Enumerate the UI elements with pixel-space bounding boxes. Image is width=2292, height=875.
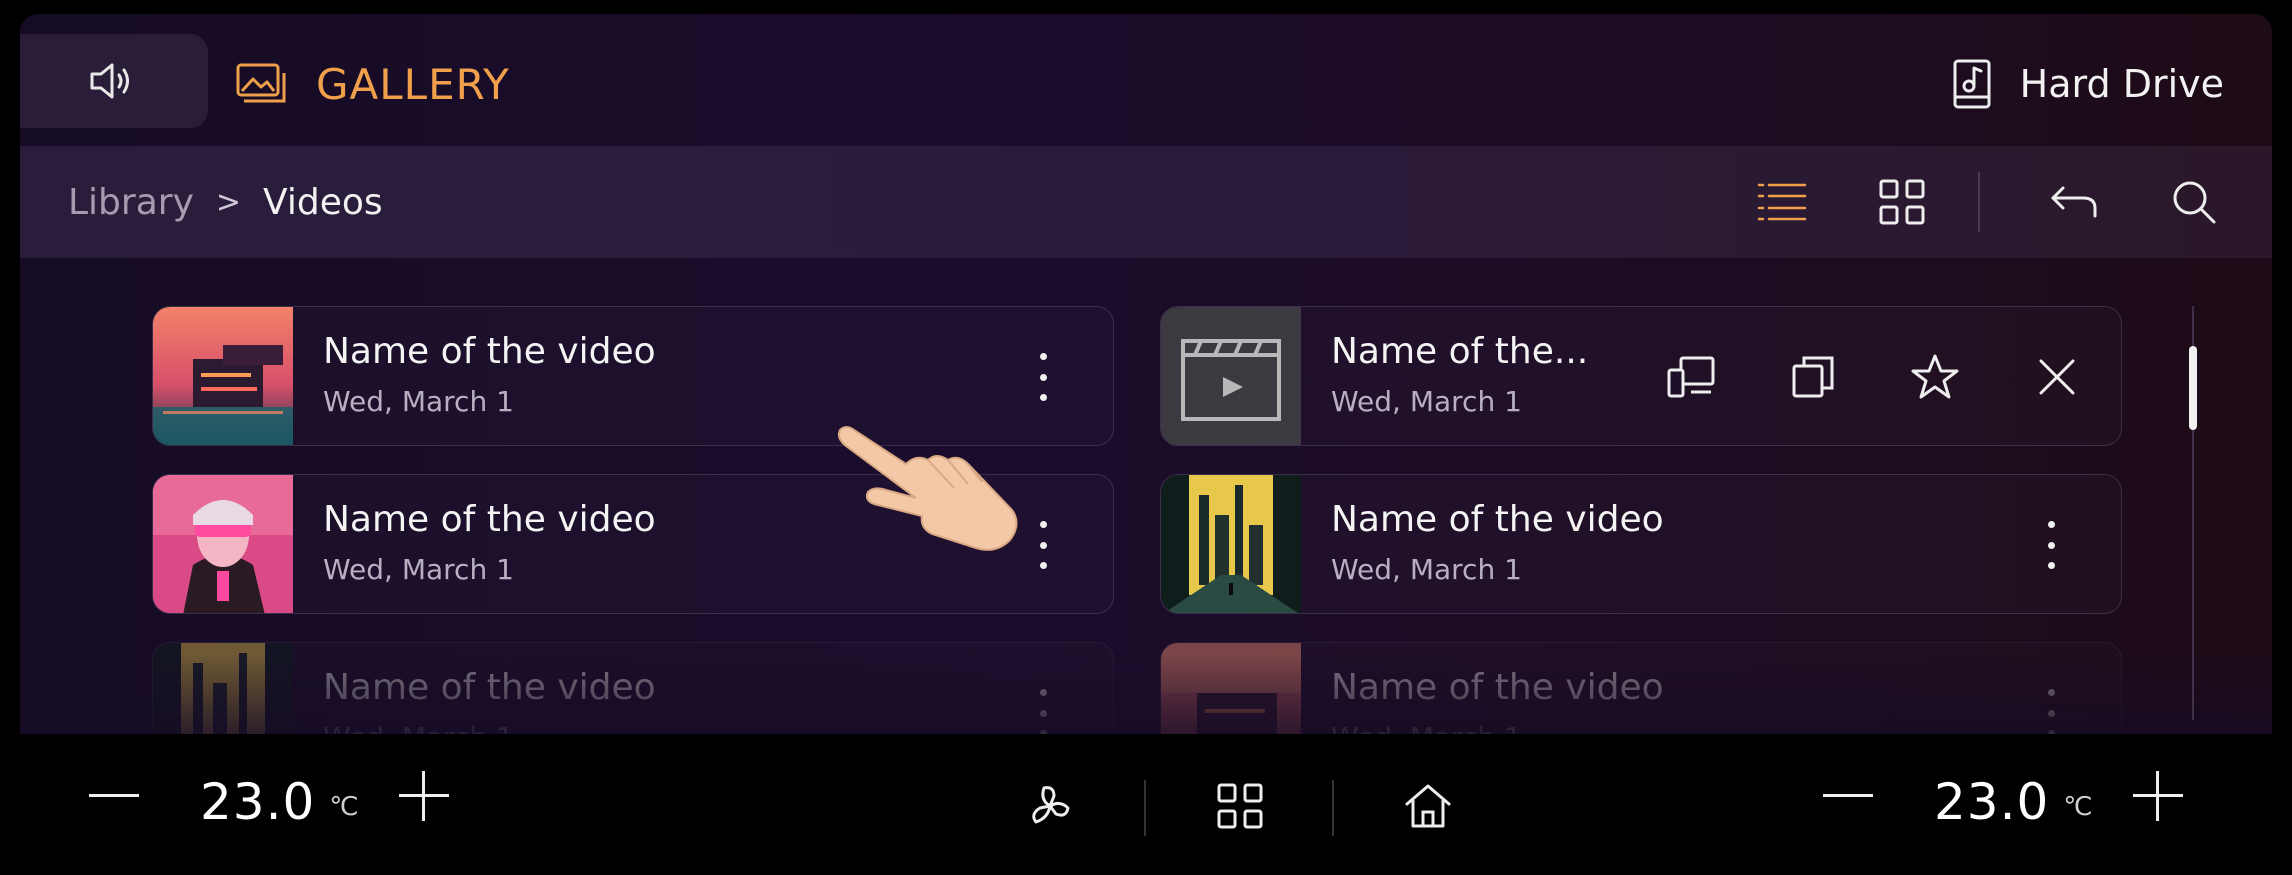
gallery-icon xyxy=(236,63,286,103)
apps-button[interactable] xyxy=(1208,774,1272,838)
back-arrow-icon xyxy=(2051,186,2097,218)
right-temp-unit: ℃ xyxy=(2063,792,2093,822)
fan-icon xyxy=(1032,786,1070,824)
more-options-button[interactable] xyxy=(1033,347,1053,407)
list-view-button[interactable] xyxy=(1752,172,1812,232)
nav-divider xyxy=(1144,780,1146,836)
nav-divider xyxy=(1332,780,1334,836)
minus-icon xyxy=(89,794,139,797)
video-thumbnail xyxy=(153,307,293,445)
video-title: Name of the video xyxy=(323,499,656,540)
left-temp-unit: ℃ xyxy=(329,792,359,822)
toolbar-divider xyxy=(1978,172,1980,232)
list-item[interactable]: Name of the video Wed, March 1 xyxy=(1160,474,2122,614)
video-date: Wed, March 1 xyxy=(323,553,514,586)
video-date: Wed, March 1 xyxy=(1331,721,1522,734)
left-temperature: 23.0 ℃ xyxy=(200,762,359,842)
grid-view-button[interactable] xyxy=(1872,172,1932,232)
video-thumbnail xyxy=(153,643,293,734)
swipe-hand-illustration xyxy=(837,426,1018,551)
search-icon xyxy=(2173,181,2216,224)
back-button[interactable] xyxy=(2044,172,2104,232)
video-thumbnail xyxy=(1161,643,1301,734)
list-item[interactable]: Name of the video Wed, March 1 xyxy=(1160,642,2122,734)
left-temp-increase-button[interactable] xyxy=(392,764,456,828)
more-options-button[interactable] xyxy=(2041,683,2061,734)
grid-icon xyxy=(1879,179,1925,225)
app-header: GALLERY xyxy=(236,44,510,124)
video-title: Name of the video xyxy=(323,331,656,372)
list-item-actions[interactable]: Name of the... Wed, March 1 xyxy=(1160,306,2122,446)
search-button[interactable] xyxy=(2164,172,2224,232)
apps-grid-icon xyxy=(1217,783,1263,829)
left-temp-value: 23.0 xyxy=(200,773,316,831)
speaker-icon xyxy=(90,63,129,99)
right-temp-increase-button[interactable] xyxy=(2126,764,2190,828)
copy-button[interactable] xyxy=(1783,347,1843,407)
favorite-button[interactable] xyxy=(1905,347,1965,407)
right-temp-decrease-button[interactable] xyxy=(1816,764,1880,828)
close-button[interactable] xyxy=(2027,347,2087,407)
more-options-button[interactable] xyxy=(1033,515,1053,575)
source-selector[interactable]: Hard Drive xyxy=(1952,44,2224,124)
fan-button[interactable] xyxy=(1018,774,1082,838)
close-icon xyxy=(2039,359,2075,395)
volume-button[interactable] xyxy=(20,34,208,128)
home-button[interactable] xyxy=(1396,774,1460,838)
video-title: Name of the... xyxy=(1331,331,1589,372)
more-options-button[interactable] xyxy=(1033,683,1053,734)
app-title: GALLERY xyxy=(316,59,510,109)
left-temp-decrease-button[interactable] xyxy=(82,764,146,828)
star-icon xyxy=(1911,354,1959,399)
gallery-panel: GALLERY Hard Drive Library > Videos Name… xyxy=(20,14,2272,734)
video-title: Name of the video xyxy=(1331,499,1664,540)
video-thumbnail-placeholder xyxy=(1161,307,1301,445)
right-temp-value: 23.0 xyxy=(1934,773,2050,831)
clapperboard-icon xyxy=(1181,339,1281,421)
right-temperature: 23.0 ℃ xyxy=(1934,762,2093,842)
list-icon xyxy=(1757,183,1807,221)
music-drive-icon xyxy=(1953,59,1991,109)
breadcrumb-separator: > xyxy=(215,184,242,220)
plus-icon xyxy=(2133,771,2183,821)
video-date: Wed, March 1 xyxy=(1331,553,1522,586)
video-title: Name of the video xyxy=(1331,667,1664,708)
home-icon xyxy=(1405,784,1451,828)
breadcrumb: Library > Videos xyxy=(68,146,383,258)
video-thumbnail xyxy=(1161,475,1301,613)
infotainment-screen: GALLERY Hard Drive Library > Videos Name… xyxy=(0,0,2292,875)
video-thumbnail xyxy=(153,475,293,613)
breadcrumb-bar: Library > Videos xyxy=(20,146,2272,258)
mirror-button[interactable] xyxy=(1661,347,1721,407)
source-label: Hard Drive xyxy=(2019,62,2224,106)
screen-mirror-icon xyxy=(1667,356,1715,398)
video-date: Wed, March 1 xyxy=(323,385,514,418)
copy-icon xyxy=(1792,356,1834,398)
breadcrumb-current: Videos xyxy=(263,181,383,223)
video-date: Wed, March 1 xyxy=(323,721,514,734)
list-item[interactable]: Name of the video Wed, March 1 xyxy=(152,642,1114,734)
breadcrumb-library[interactable]: Library xyxy=(68,182,194,223)
climate-bar: 23.0 ℃ 23.0 ℃ xyxy=(0,734,2292,875)
video-title: Name of the video xyxy=(323,667,656,708)
minus-icon xyxy=(1823,794,1873,797)
plus-icon xyxy=(399,771,449,821)
video-date: Wed, March 1 xyxy=(1331,385,1522,418)
more-options-button[interactable] xyxy=(2041,515,2061,575)
scrollbar-thumb[interactable] xyxy=(2189,346,2197,430)
